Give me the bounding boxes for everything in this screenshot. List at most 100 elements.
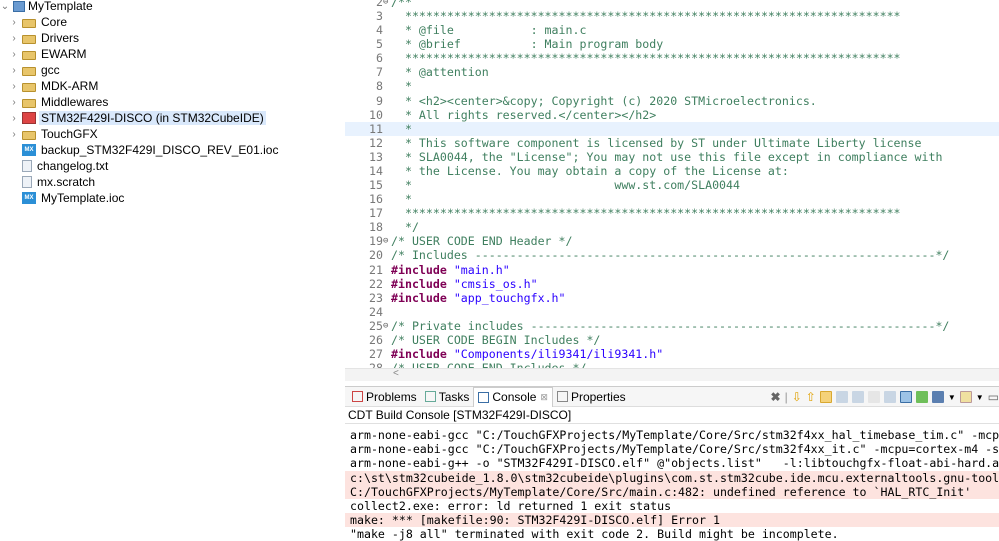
- line-number: 26: [345, 333, 383, 347]
- clear-console-icon[interactable]: ✖: [771, 390, 781, 404]
- code-text: #include "main.h": [391, 263, 510, 277]
- comment: *: [391, 192, 412, 206]
- tree-item[interactable]: ›Middlewares: [9, 94, 110, 110]
- line-number: 19: [345, 234, 383, 248]
- new-console-icon[interactable]: [960, 391, 972, 403]
- tab-label: Properties: [571, 390, 626, 404]
- tree-item[interactable]: › Drivers: [9, 30, 81, 46]
- next-error-icon[interactable]: ⇩: [792, 390, 802, 404]
- open-file-icon[interactable]: [884, 391, 896, 403]
- tree-item[interactable]: ›MDK-ARM: [9, 78, 100, 94]
- comment: * @file : main.c: [391, 23, 586, 37]
- code-text: * www.st.com/SLA0044: [391, 178, 740, 192]
- tree-item[interactable]: ›STM32F429I-DISCO (in STM32CubeIDE): [9, 110, 266, 126]
- project-explorer: ⌄ MyTemplate › Core › Drivers›EWARM›gcc›MDK…: [0, 0, 345, 534]
- tree-item[interactable]: MXMyTemplate.ioc: [9, 190, 126, 206]
- tree-item[interactable]: changelog.txt: [9, 158, 110, 174]
- code-text: * the License. You may obtain a copy of …: [391, 164, 789, 178]
- tab-tasks[interactable]: Tasks: [421, 387, 474, 407]
- chevron-right-icon[interactable]: ›: [9, 113, 19, 124]
- copy-icon[interactable]: [852, 391, 864, 403]
- tree-item[interactable]: MXbackup_STM32F429I_DISCO_REV_E01.ioc: [9, 142, 280, 158]
- code-text: * @brief : Main program body: [391, 37, 663, 51]
- tree-item[interactable]: › Core: [9, 14, 69, 30]
- comment: * @attention: [391, 65, 489, 79]
- code-editor[interactable]: 2⊖/**3 *********************************…: [345, 0, 999, 384]
- code-text: ****************************************…: [391, 9, 901, 23]
- tree-item-label: Core: [39, 15, 69, 29]
- comment: ****************************************…: [391, 51, 901, 65]
- line-number: 22: [345, 277, 383, 291]
- comment: * @brief : Main program body: [391, 37, 663, 51]
- fold-collapse-icon[interactable]: ⊖: [383, 319, 391, 333]
- tree-root[interactable]: ⌄ MyTemplate: [0, 0, 93, 14]
- keyword: #include: [391, 263, 454, 277]
- tree-item-label: Drivers: [39, 31, 81, 45]
- code-text: #include "cmsis_os.h": [391, 277, 538, 291]
- chevron-right-icon[interactable]: ›: [9, 97, 19, 108]
- tab-label: Problems: [366, 390, 417, 404]
- tab-problems[interactable]: Problems: [348, 387, 421, 407]
- chevron-down-icon[interactable]: ▼: [976, 393, 984, 402]
- chevron-right-icon[interactable]: ›: [9, 33, 19, 44]
- chevron-right-icon[interactable]: ›: [9, 129, 19, 140]
- select-console-icon[interactable]: [932, 391, 944, 403]
- code-text: *: [391, 192, 412, 206]
- tree-item[interactable]: ›EWARM: [9, 46, 89, 62]
- code-line: 5 * @brief : Main program body: [345, 37, 999, 51]
- word-wrap-icon[interactable]: [836, 391, 848, 403]
- line-number: 6: [345, 51, 383, 65]
- code-line: 16 *: [345, 192, 999, 206]
- minimize-icon[interactable]: ▭: [988, 390, 999, 404]
- tree-item[interactable]: ›gcc: [9, 62, 62, 78]
- comment: * All rights reserved.</center></h2>: [391, 108, 656, 122]
- chevron-right-icon[interactable]: ›: [9, 65, 19, 76]
- previous-error-icon[interactable]: ⇧: [806, 390, 816, 404]
- line-number: 24: [345, 305, 383, 319]
- chevron-right-icon[interactable]: ›: [9, 17, 19, 28]
- code-line: 26/* USER CODE BEGIN Includes */: [345, 333, 999, 347]
- horizontal-scrollbar[interactable]: <: [345, 368, 999, 381]
- close-tab-icon[interactable]: ⊠: [540, 392, 548, 403]
- tasks-icon: [425, 391, 436, 402]
- scroll-left-icon[interactable]: <: [393, 368, 399, 379]
- code-text: /* Includes ----------------------------…: [391, 248, 949, 262]
- line-number: 23: [345, 291, 383, 305]
- tab-console[interactable]: Console⊠: [473, 387, 553, 407]
- chevron-down-icon[interactable]: ▼: [948, 393, 956, 402]
- comment: *: [391, 79, 412, 93]
- folder-icon: [22, 131, 36, 140]
- chevron-right-icon[interactable]: ›: [9, 49, 19, 60]
- chevron-down-icon[interactable]: ⌄: [0, 1, 10, 12]
- code-text: *: [391, 79, 412, 93]
- string-literal: "Components/ili9341/ili9341.h": [454, 347, 663, 361]
- code-text: * SLA0044, the "License"; You may not us…: [391, 150, 942, 164]
- mx-file-icon: MX: [22, 144, 36, 156]
- chevron-right-icon[interactable]: ›: [9, 81, 19, 92]
- line-number: 17: [345, 206, 383, 220]
- line-number: 14: [345, 164, 383, 178]
- code-line: 12 * This software component is licensed…: [345, 136, 999, 150]
- tree-item[interactable]: mx.scratch: [9, 174, 97, 190]
- code-line: 3 **************************************…: [345, 9, 999, 23]
- console-line: "make -j8 all" terminated with exit code…: [345, 527, 999, 541]
- properties-toolbar-icon[interactable]: [868, 391, 880, 403]
- code-text: /* USER CODE END Header */: [391, 234, 572, 248]
- pin-console-icon[interactable]: [900, 391, 912, 403]
- tree-item[interactable]: ›TouchGFX: [9, 126, 100, 142]
- line-number: 13: [345, 150, 383, 164]
- line-number: 18: [345, 220, 383, 234]
- comment: /* USER CODE END Header */: [391, 234, 572, 248]
- folder-icon: [22, 35, 36, 44]
- fold-collapse-icon[interactable]: ⊖: [383, 234, 391, 248]
- code-line: 27#include "Components/ili9341/ili9341.h…: [345, 347, 999, 361]
- display-console-icon[interactable]: [916, 391, 928, 403]
- code-line: 14 * the License. You may obtain a copy …: [345, 164, 999, 178]
- tab-properties[interactable]: Properties: [553, 387, 630, 407]
- scroll-lock-icon[interactable]: [820, 391, 832, 403]
- fold-collapse-icon[interactable]: ⊖: [383, 0, 391, 9]
- line-number: 10: [345, 108, 383, 122]
- code-line: 24: [345, 305, 999, 319]
- line-number: 21: [345, 263, 383, 277]
- comment: */: [391, 220, 419, 234]
